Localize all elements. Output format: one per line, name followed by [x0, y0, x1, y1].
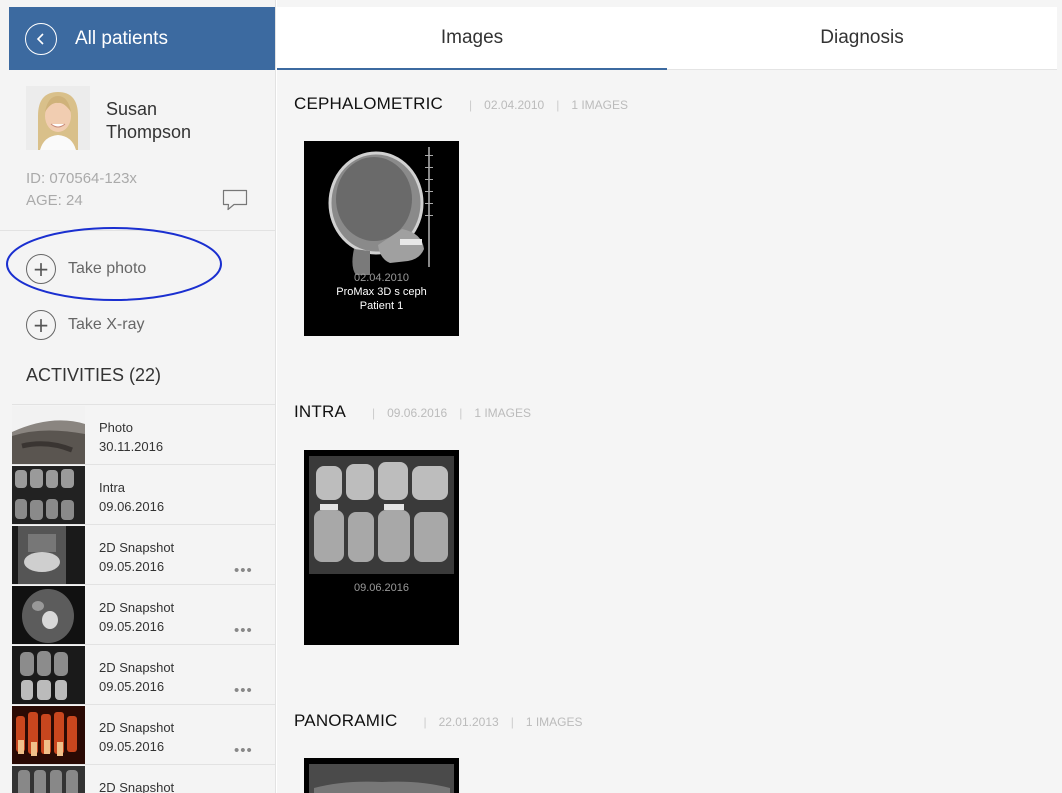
separator: | — [556, 98, 560, 112]
activity-thumbnail — [12, 646, 85, 705]
activity-thumbnail — [12, 526, 85, 585]
activity-thumbnail — [12, 466, 85, 525]
card-caption: 09.06.2016 — [304, 581, 459, 595]
group-title: CEPHALOMETRIC — [294, 94, 444, 113]
xray-intra-image — [304, 450, 459, 645]
activity-date: 09.05.2016 — [99, 619, 165, 634]
comment-icon[interactable] — [222, 188, 248, 212]
card-line: Patient 1 — [359, 300, 404, 312]
activities-list: Photo 30.11.2016 Intra 09.06.2016 2D Sna… — [12, 404, 275, 793]
take-photo-button[interactable]: + Take photo — [26, 252, 146, 286]
group-date: 09.06.2016 — [387, 406, 448, 420]
activity-item[interactable]: 2D Snapshot — [12, 764, 275, 793]
separator: | — [459, 406, 463, 420]
image-card-cephalometric[interactable]: 02.04.2010 ProMax 3D s ceph Patient 1 — [304, 141, 459, 336]
image-card-panoramic[interactable] — [304, 758, 459, 793]
plus-icon: + — [26, 254, 56, 284]
tab-images[interactable]: Images — [277, 7, 667, 70]
group-header-cephalometric: CEPHALOMETRIC | 02.04.2010 | 1 IMAGES — [294, 94, 628, 114]
activity-item[interactable]: Photo 30.11.2016 — [12, 404, 275, 465]
group-title: PANORAMIC — [294, 711, 398, 730]
activity-item[interactable]: 2D Snapshot 09.05.2016 ••• — [12, 704, 275, 765]
activity-type: 2D Snapshot — [99, 660, 175, 675]
more-icon[interactable]: ••• — [234, 622, 253, 639]
activity-date: 09.06.2016 — [99, 499, 165, 514]
main-content: Images Diagnosis CEPHALOMETRIC | 02.04.20… — [277, 0, 1062, 793]
group-date: 02.04.2010 — [484, 98, 545, 112]
back-to-patients[interactable]: All patients — [9, 7, 275, 70]
take-xray-label: Take X-ray — [68, 316, 145, 333]
group-count: 1 IMAGES — [474, 406, 531, 420]
activity-date: 09.05.2016 — [99, 679, 165, 694]
more-icon[interactable]: ••• — [234, 682, 253, 699]
take-xray-button[interactable]: + Take X-ray — [26, 308, 144, 342]
activity-type: 2D Snapshot — [99, 720, 175, 735]
more-icon[interactable]: ••• — [234, 742, 253, 759]
card-date: 02.04.2010 — [353, 272, 410, 284]
activity-type: 2D Snapshot — [99, 540, 175, 555]
patient-name: Susan Thompson — [106, 99, 192, 142]
group-header-panoramic: PANORAMIC | 22.01.2013 | 1 IMAGES — [294, 711, 583, 731]
activity-date: 09.05.2016 — [99, 559, 165, 574]
activity-thumbnail — [12, 586, 85, 645]
activity-item[interactable]: 2D Snapshot 09.05.2016 ••• — [12, 524, 275, 585]
group-title: INTRA — [294, 402, 346, 421]
take-photo-label: Take photo — [68, 260, 147, 277]
patient-id: ID: 070564-123x — [26, 170, 137, 187]
group-meta: | 02.04.2010 | 1 IMAGES — [457, 98, 628, 112]
group-meta: | 09.06.2016 | 1 IMAGES — [360, 406, 531, 420]
activity-type: Intra — [99, 480, 126, 495]
tab-diagnosis[interactable]: Diagnosis — [667, 7, 1057, 69]
group-count: 1 IMAGES — [525, 715, 583, 729]
activity-type: Photo — [99, 420, 133, 435]
image-card-intra[interactable]: 09.06.2016 — [304, 450, 459, 645]
activity-type: 2D Snapshot — [99, 780, 175, 793]
card-date: 09.06.2016 — [353, 582, 410, 594]
patient-avatar — [26, 86, 90, 150]
activity-thumbnail — [12, 766, 85, 793]
card-line: ProMax 3D s ceph — [336, 286, 427, 298]
patient-age: AGE: 24 — [26, 192, 83, 209]
separator: | — [510, 715, 514, 729]
activity-date: 30.11.2016 — [99, 439, 164, 454]
activity-thumbnail — [12, 406, 85, 465]
tab-bar: Images Diagnosis — [277, 7, 1057, 70]
separator: | — [469, 98, 473, 112]
activity-item[interactable]: 2D Snapshot 09.05.2016 ••• — [12, 644, 275, 705]
xray-panoramic-image — [304, 758, 459, 793]
separator: | — [372, 406, 376, 420]
sidebar: All patients Susan Thompson ID: 070564-1… — [0, 0, 276, 793]
activity-thumbnail — [12, 706, 85, 765]
group-header-intra: INTRA | 09.06.2016 | 1 IMAGES — [294, 402, 531, 422]
plus-icon: + — [26, 310, 56, 340]
group-count: 1 IMAGES — [571, 98, 629, 112]
patient-card: Susan Thompson ID: 070564-123x AGE: 24 — [0, 70, 275, 231]
more-icon[interactable]: ••• — [234, 562, 253, 579]
activities-title: ACTIVITIES (22) — [26, 365, 162, 385]
activity-type: 2D Snapshot — [99, 600, 175, 615]
activity-date: 09.05.2016 — [99, 739, 165, 754]
group-meta: | 22.01.2013 | 1 IMAGES — [412, 715, 583, 729]
chevron-left-icon — [36, 32, 44, 45]
activity-item[interactable]: Intra 09.06.2016 — [12, 464, 275, 525]
separator: | — [423, 715, 427, 729]
back-button[interactable] — [25, 22, 57, 55]
group-date: 22.01.2013 — [438, 715, 499, 729]
back-label[interactable]: All patients — [75, 28, 168, 50]
card-caption: 02.04.2010 ProMax 3D s ceph Patient 1 — [304, 271, 459, 313]
activity-item[interactable]: 2D Snapshot 09.05.2016 ••• — [12, 584, 275, 645]
